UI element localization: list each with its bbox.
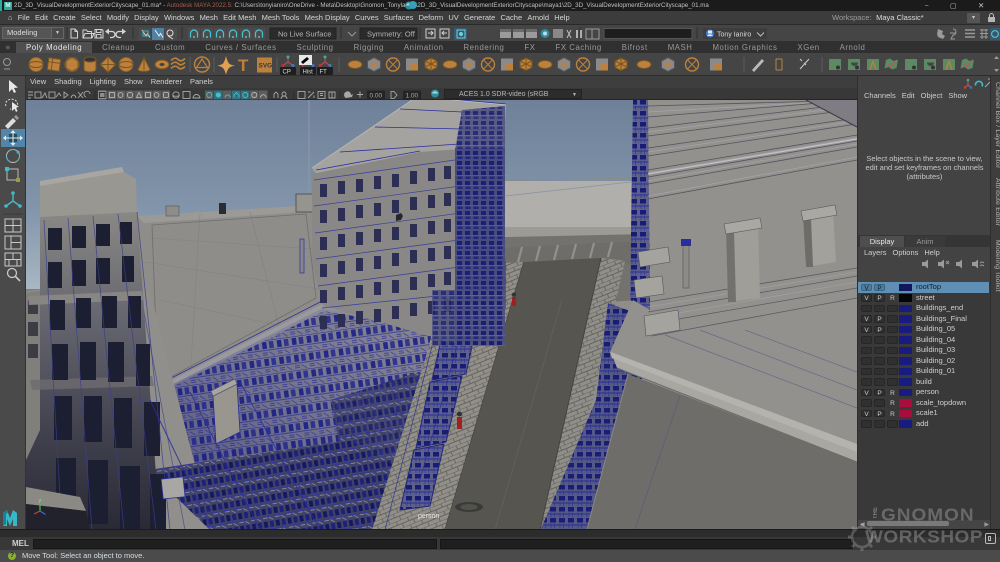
- svg-text:SVG: SVG: [259, 63, 273, 70]
- svg-text:Symmetry: Off: Symmetry: Off: [367, 30, 416, 39]
- svg-text:Hist: Hist: [303, 70, 314, 76]
- svg-text:CP: CP: [283, 70, 291, 76]
- svg-text:Tony Ianiro: Tony Ianiro: [717, 32, 751, 39]
- svg-text:person: person: [418, 513, 440, 520]
- svg-text:1.00: 1.00: [406, 93, 419, 100]
- svg-text:No Live Surface: No Live Surface: [278, 30, 331, 39]
- svg-text:0.00: 0.00: [370, 93, 383, 100]
- svg-text:T: T: [238, 56, 249, 75]
- svg-text:y: y: [39, 498, 42, 504]
- svg-text:FT: FT: [320, 70, 328, 76]
